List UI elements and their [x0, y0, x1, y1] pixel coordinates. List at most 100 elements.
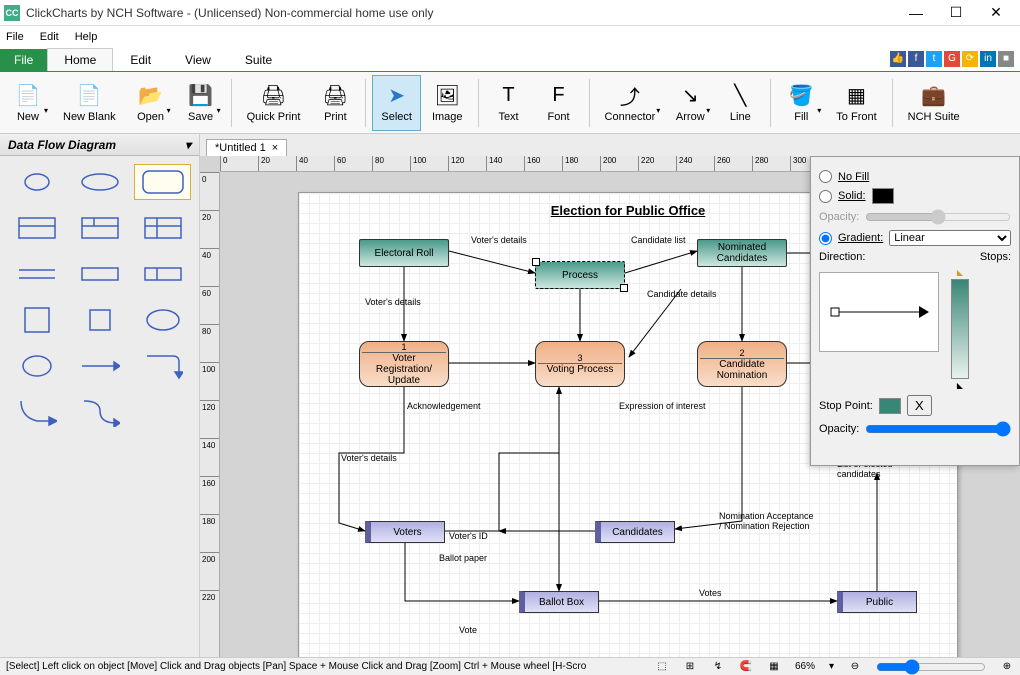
zoom-slider[interactable]	[876, 659, 986, 675]
close-tab-icon[interactable]: ×	[272, 142, 278, 154]
node-process[interactable]: Process	[535, 261, 625, 289]
font-button[interactable]: FFont	[535, 75, 583, 131]
lbl-bpaper: Ballot paper	[439, 553, 487, 563]
close-button[interactable]: ✕	[976, 0, 1016, 26]
connector-button[interactable]: ⤴Connector▾	[596, 75, 665, 131]
statusbar: [Select] Left click on object [Move] Cli…	[0, 657, 1020, 675]
shape-ellipse-small[interactable]	[8, 164, 65, 200]
fill-gradient-row[interactable]: Gradient: Linear	[819, 230, 1011, 246]
shape-line-pair[interactable]	[8, 256, 65, 292]
status-icon-5[interactable]: ▦	[767, 660, 781, 674]
nofill-radio[interactable]	[819, 170, 832, 183]
like-icon[interactable]: 👍	[890, 51, 906, 67]
stop-marker-bottom[interactable]: ◣	[957, 381, 963, 390]
quick-print-button[interactable]: 🖨Quick Print	[238, 75, 310, 131]
gplus-icon[interactable]: G	[944, 51, 960, 67]
opacity-label: Opacity:	[819, 211, 859, 223]
titlebar: CC ClickCharts by NCH Software - (Unlice…	[0, 0, 1020, 26]
open-button[interactable]: 📂Open▾	[127, 75, 175, 131]
fill-solid-row[interactable]: Solid:	[819, 188, 1011, 204]
shape-arrow-right[interactable]	[71, 348, 128, 384]
shape-rect-div[interactable]	[134, 256, 191, 292]
menu-help[interactable]: Help	[75, 31, 98, 43]
menu-edit[interactable]: Edit	[40, 31, 59, 43]
shape-roundrect[interactable]	[134, 164, 191, 200]
stop-opacity-slider[interactable]	[865, 421, 1011, 437]
chevron-down-icon[interactable]: ▾	[185, 138, 191, 152]
save-button[interactable]: 💾Save▾	[177, 75, 225, 131]
print-button[interactable]: 🖨Print	[311, 75, 359, 131]
arrow-button[interactable]: ↘Arrow▾	[666, 75, 714, 131]
node-public[interactable]: Public	[837, 591, 917, 613]
share-icon[interactable]: ⟳	[962, 51, 978, 67]
menu-file[interactable]: File	[6, 31, 24, 43]
shape-arrow-curve[interactable]	[134, 348, 191, 384]
maximize-button[interactable]: ☐	[936, 0, 976, 26]
shape-arrow-curve2[interactable]	[8, 394, 65, 430]
fill-opacity-row: Opacity:	[819, 209, 1011, 225]
lbl-vd3: Voter's details	[341, 453, 397, 463]
status-icon-3[interactable]: ↯	[711, 660, 725, 674]
to-front-button[interactable]: ▦To Front	[827, 75, 885, 131]
window-title: ClickCharts by NCH Software - (Unlicense…	[26, 6, 896, 20]
direction-box[interactable]	[819, 272, 939, 352]
shape-ellipse3[interactable]	[8, 348, 65, 384]
solid-color-swatch[interactable]	[872, 188, 894, 204]
line-button[interactable]: ╲Line	[716, 75, 764, 131]
sidebar-title: Data Flow Diagram	[8, 138, 116, 152]
shape-arrow-s[interactable]	[71, 394, 128, 430]
sidebar-header[interactable]: Data Flow Diagram ▾	[0, 134, 199, 156]
zoom-in-button[interactable]: ⊕	[1000, 660, 1014, 674]
tab-home[interactable]: Home	[47, 48, 113, 71]
shape-rect-quad2[interactable]	[134, 210, 191, 246]
node-nominated[interactable]: Nominated Candidates	[697, 239, 787, 267]
node-candidates[interactable]: Candidates	[595, 521, 675, 543]
solid-radio[interactable]	[819, 190, 832, 203]
zoom-dropdown-icon[interactable]: ▾	[829, 661, 834, 672]
nofill-label: No Fill	[838, 171, 869, 183]
twitter-icon[interactable]: t	[926, 51, 942, 67]
nch-suite-button[interactable]: 💼NCH Suite	[899, 75, 969, 131]
doc-tab[interactable]: *Untitled 1 ×	[206, 139, 287, 156]
new-button[interactable]: 📄New▾	[4, 75, 52, 131]
stops-bar[interactable]	[951, 279, 969, 379]
stop-delete-button[interactable]: X	[907, 395, 932, 416]
tab-edit[interactable]: Edit	[113, 48, 168, 71]
stop-marker-top[interactable]: ◣	[957, 268, 963, 277]
select-button[interactable]: ➤Select	[372, 75, 421, 131]
status-icon-4[interactable]: 🧲	[739, 660, 753, 674]
facebook-icon[interactable]: f	[908, 51, 924, 67]
node-voters[interactable]: Voters	[365, 521, 445, 543]
fill-nofill-row[interactable]: No Fill	[819, 170, 1011, 183]
status-icon-1[interactable]: ⬚	[655, 660, 669, 674]
node-proc2[interactable]: 2Candidate Nomination	[697, 341, 787, 387]
image-button[interactable]: 🖼Image	[423, 75, 472, 131]
text-button[interactable]: TText	[485, 75, 533, 131]
node-electoral-roll[interactable]: Electoral Roll	[359, 239, 449, 267]
file-tab[interactable]: File	[0, 49, 47, 71]
shape-rect-thin[interactable]	[71, 256, 128, 292]
zoom-out-button[interactable]: ⊖	[848, 660, 862, 674]
shape-rect-quad[interactable]	[71, 210, 128, 246]
tab-suite[interactable]: Suite	[228, 48, 289, 71]
shape-ellipse2[interactable]	[134, 302, 191, 338]
gradient-type-select[interactable]: Linear	[889, 230, 1011, 246]
node-ballotbox[interactable]: Ballot Box	[519, 591, 599, 613]
shape-rect-tall[interactable]	[8, 302, 65, 338]
new-blank-button[interactable]: 📄New Blank	[54, 75, 125, 131]
status-icon-2[interactable]: ⊞	[683, 660, 697, 674]
gradient-radio[interactable]	[819, 232, 832, 245]
linkedin-icon[interactable]: in	[980, 51, 996, 67]
shape-square[interactable]	[71, 302, 128, 338]
other-icon[interactable]: ■	[998, 51, 1014, 67]
fill-button[interactable]: 🪣Fill▾	[777, 75, 825, 131]
line-icon: ╲	[727, 83, 753, 109]
shape-ellipse-wide[interactable]	[71, 164, 128, 200]
node-proc1[interactable]: 1Voter Registration/ Update	[359, 341, 449, 387]
stop-color-swatch[interactable]	[879, 398, 901, 414]
tab-view[interactable]: View	[168, 48, 228, 71]
shape-rect-split[interactable]	[8, 210, 65, 246]
solid-label: Solid:	[838, 190, 866, 202]
node-proc3[interactable]: 3Voting Process	[535, 341, 625, 387]
minimize-button[interactable]: —	[896, 0, 936, 26]
